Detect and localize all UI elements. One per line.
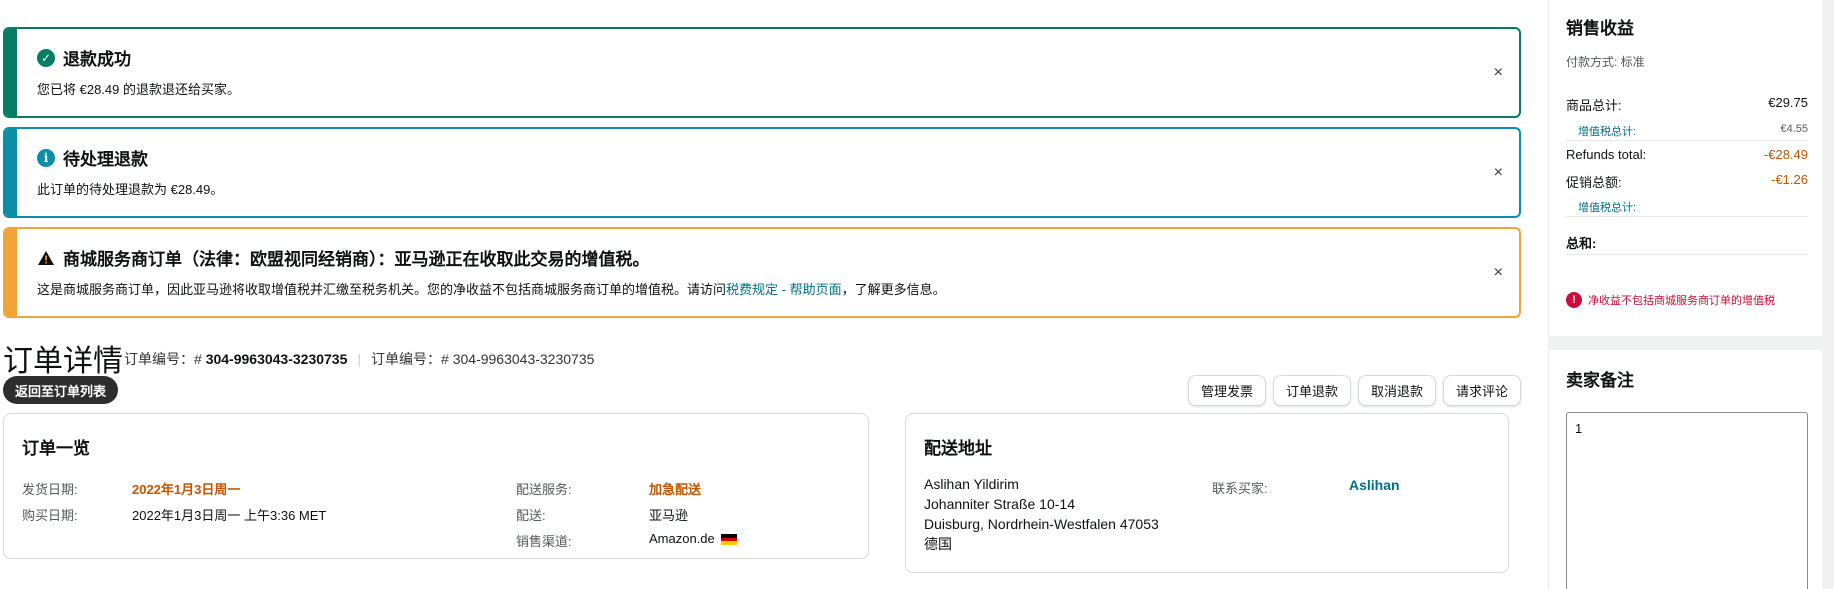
channel-text: Amazon.de (649, 531, 715, 546)
alert-title: i 待处理退款 (37, 145, 148, 170)
panel-title: 销售收益 (1566, 19, 1634, 38)
alert-title-text: 商城服务商订单（法律：欧盟视同经销商）：亚马逊正在收取此交易的增值税。 (63, 250, 650, 269)
recipient-name: Aslihan Yildirim (924, 476, 1019, 492)
alert-stripe (5, 229, 17, 316)
city: Duisburg, Nordrhein-Westfalen 47053 (924, 516, 1159, 532)
channel-value: Amazon.de (649, 531, 738, 546)
sales-revenue-panel: 销售收益 付款方式: 标准 商品总计: €29.75 增值税总计: €4.55 … (1548, 0, 1822, 336)
shipping-service-value: 加急配送 (649, 482, 702, 497)
back-to-orders-button[interactable]: 返回至订单列表 (3, 376, 119, 404)
vat-warning-alert: 商城服务商订单（法律：欧盟视同经销商）：亚马逊正在收取此交易的增值税。 这是商城… (3, 227, 1521, 318)
payment-method-text: 付款方式: 标准 (1566, 55, 1645, 69)
fulfillment-label: 配送: (516, 505, 546, 524)
order-ids: 订单编号：# 304-9963043-3230735 | 订单编号：# 304-… (124, 349, 594, 369)
check-circle-icon: ✓ (37, 48, 55, 67)
notice-text: 净收益不包括商城服务商订单的增值税 (1588, 295, 1775, 307)
shipping-address-card: 配送地址 Aslihan Yildirim Johanniter Straße … (905, 413, 1509, 573)
vat-total-row[interactable]: 增值税总计: €4.55 (1578, 123, 1808, 139)
warning-icon (38, 250, 54, 265)
info-icon: i (37, 148, 55, 167)
tax-help-link[interactable]: 税费规定 - 帮助页面 (726, 282, 842, 297)
country: 德国 (924, 536, 952, 552)
row-label[interactable]: 增值税总计: (1578, 123, 1636, 139)
label: 配送服务: (516, 482, 572, 497)
row-value: -€28.49 (1763, 147, 1808, 162)
label: 购买日期: (22, 508, 78, 523)
close-icon[interactable]: × (1494, 165, 1503, 181)
purchase-date-label: 购买日期: (22, 505, 78, 524)
order-id-label: 订单编号：# (124, 351, 202, 367)
refund-success-alert: ✓ 退款成功 您已将 €28.49 的退款退还给买家。 × (3, 27, 1521, 118)
order-overview-card: 订单一览 发货日期: 2022年1月3日周一 购买日期: 2022年1月3日周一… (3, 413, 869, 559)
contact-buyer-label: 联系买家: (1212, 481, 1268, 496)
divider (1566, 216, 1808, 217)
panel-title: 卖家备注 (1566, 371, 1634, 390)
vat-total-row-2[interactable]: 增值税总计: (1578, 199, 1808, 215)
alert-message-text: ，了解更多信息。 (841, 282, 946, 297)
shipping-service-label: 配送服务: (516, 479, 572, 498)
order-actions: 管理发票 订单退款 取消退款 请求评论 (1187, 375, 1521, 406)
alert-message: 您已将 €28.49 的退款退还给买家。 (37, 82, 240, 97)
items-total-row: 商品总计: €29.75 (1566, 95, 1808, 114)
close-icon[interactable]: × (1494, 265, 1503, 281)
row-label: 商品总计: (1566, 98, 1622, 113)
error-icon: ! (1566, 292, 1582, 308)
row-label[interactable]: 增值税总计: (1578, 199, 1636, 215)
cancel-refund-button[interactable]: 取消退款 (1357, 375, 1436, 406)
payment-method: 付款方式: 标准 (1566, 53, 1808, 70)
contact-buyer-link[interactable]: Aslihan (1349, 477, 1400, 493)
close-icon[interactable]: × (1494, 65, 1503, 81)
card-title: 配送地址 (924, 439, 992, 458)
row-label: Refunds total: (1566, 147, 1647, 162)
sum-row: 总和: (1566, 233, 1808, 252)
alert-message: 此订单的待处理退款为 €28.49。 (37, 182, 224, 197)
alert-title: 商城服务商订单（法律：欧盟视同经销商）：亚马逊正在收取此交易的增值税。 (37, 245, 650, 270)
seller-notes-textarea[interactable]: 1 (1566, 412, 1808, 589)
alert-title: ✓ 退款成功 (37, 45, 131, 70)
alert-message: 这是商城服务商订单，因此亚马逊将收取增值税并汇缴至税务机关。您的净收益不包括商城… (37, 279, 946, 298)
page-title: 订单详情 (3, 345, 123, 378)
ship-date-label: 发货日期: (22, 479, 78, 498)
row-value: €29.75 (1768, 95, 1808, 110)
card-title: 订单一览 (22, 439, 90, 458)
refunds-total-row: Refunds total: -€28.49 (1566, 147, 1808, 162)
row-value: €4.55 (1780, 123, 1808, 135)
order-id-primary: 订单编号：# 304-9963043-3230735 (124, 349, 347, 369)
seller-notes-panel: 卖家备注 1 (1548, 350, 1822, 589)
row-label: 促销总额: (1566, 175, 1622, 190)
address-block: Aslihan Yildirim Johanniter Straße 10-14… (924, 474, 1159, 554)
street: Johanniter Straße 10-14 (924, 496, 1075, 512)
row-label: 总和: (1566, 236, 1597, 251)
pending-refund-alert: i 待处理退款 此订单的待处理退款为 €28.49。 × (3, 127, 1521, 218)
purchase-date-value: 2022年1月3日周一 上午3:36 MET (132, 508, 327, 523)
fulfillment-value: 亚马逊 (649, 508, 689, 523)
order-id-secondary: 订单编号：# 304-9963043-3230735 (371, 351, 595, 367)
alert-stripe (5, 129, 17, 216)
label: 配送: (516, 508, 546, 523)
manage-invoice-button[interactable]: 管理发票 (1187, 375, 1266, 406)
row-value: -€1.26 (1771, 172, 1808, 187)
request-review-button[interactable]: 请求评论 (1442, 375, 1521, 406)
promo-total-row: 促销总额: -€1.26 (1566, 172, 1808, 191)
label: 发货日期: (22, 482, 78, 497)
order-id-value: 304-9963043-3230735 (205, 351, 348, 367)
divider (1566, 254, 1808, 255)
vat-notice: ! 净收益不包括商城服务商订单的增值税 (1566, 292, 1775, 308)
divider (1566, 140, 1808, 141)
refund-order-button[interactable]: 订单退款 (1272, 375, 1351, 406)
ship-date-value: 2022年1月3日周一 (132, 482, 241, 497)
alert-title-text: 退款成功 (63, 50, 131, 69)
alert-message-text: 这是商城服务商订单，因此亚马逊将收取增值税并汇缴至税务机关。您的净收益不包括商城… (37, 282, 727, 297)
label: 销售渠道: (516, 534, 572, 549)
alert-stripe (5, 29, 17, 116)
germany-flag-icon (721, 534, 738, 546)
alert-title-text: 待处理退款 (63, 150, 148, 169)
channel-label: 销售渠道: (516, 531, 572, 550)
divider: | (357, 351, 362, 367)
